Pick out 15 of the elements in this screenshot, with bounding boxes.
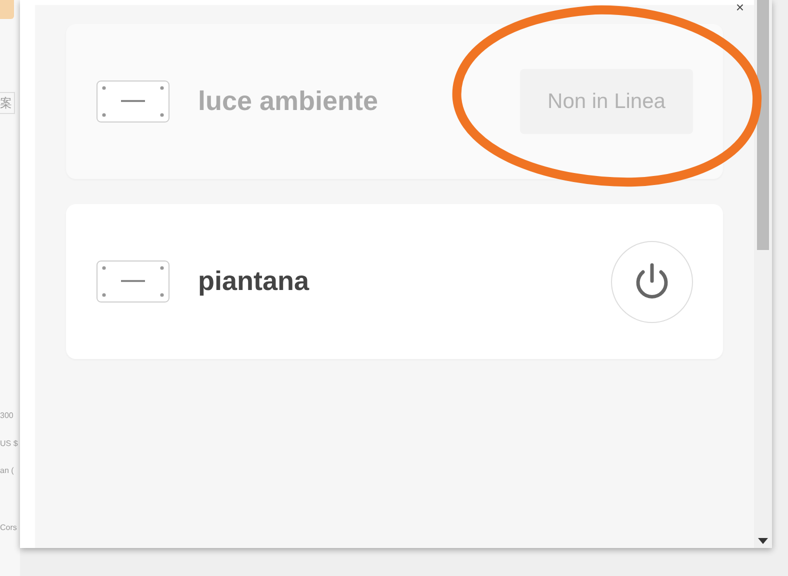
device-name: luce ambiente [198, 85, 378, 118]
scrollbar-thumb[interactable] [757, 0, 769, 250]
page-text: an ( [0, 467, 14, 475]
page-text: Cors [0, 524, 17, 532]
switch-device-icon [96, 260, 170, 303]
page-text: 300 [0, 412, 14, 420]
scroll-down-icon[interactable] [758, 538, 768, 544]
device-name: piantana [198, 265, 310, 298]
device-card[interactable]: piantana [66, 204, 723, 359]
page-text: US $ [0, 440, 18, 448]
close-button[interactable]: × [736, 0, 744, 14]
page-text: 案 [0, 92, 15, 114]
scrollbar[interactable] [754, 0, 772, 548]
switch-device-icon [96, 80, 170, 123]
power-icon [634, 262, 670, 300]
